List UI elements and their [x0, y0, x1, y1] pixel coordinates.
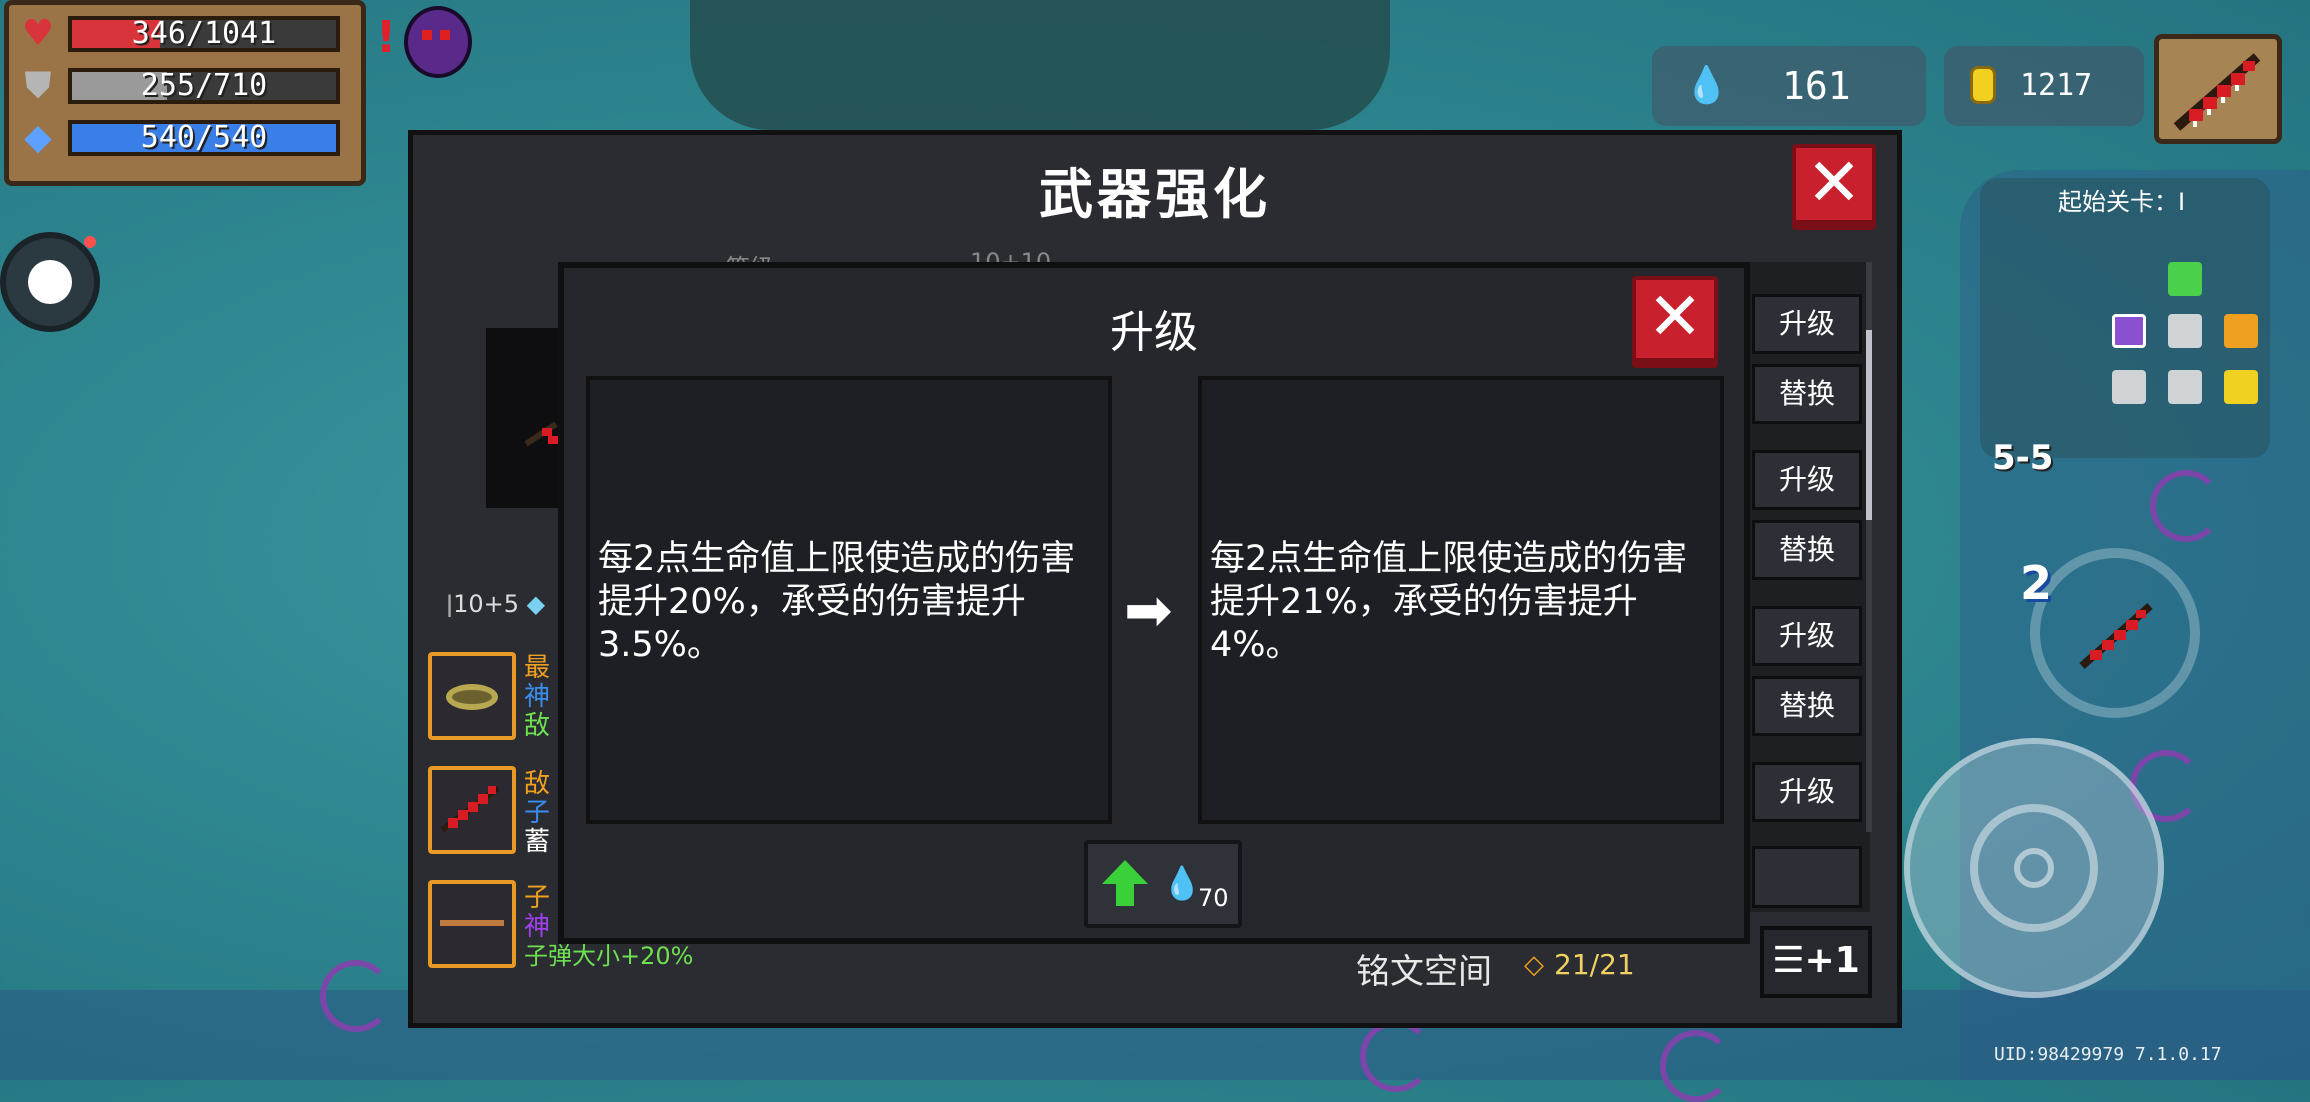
next-effect-box: 每2点生命值上限使造成的伤害提升21%，承受的伤害提升4%。 [1198, 376, 1724, 824]
gem-drop-icon: 💧 [1684, 65, 1729, 106]
arrow-icon [440, 920, 504, 926]
swirl-decoration [2150, 470, 2222, 542]
energy-cost-icon: ◆ [526, 590, 546, 618]
minimap-room-start [2168, 262, 2202, 296]
hp-text: 346/1041 [131, 16, 277, 51]
attack-button[interactable] [1904, 738, 2164, 998]
replace-button-3[interactable]: 替换 [1752, 676, 1862, 736]
coin-count: 1217 [2020, 68, 2093, 103]
swirl-decoration [1660, 1030, 1732, 1102]
current-effect-box: 每2点生命值上限使造成的伤害提升20%，承受的伤害提升3.5%。 [586, 376, 1112, 824]
minimap-room [2112, 370, 2146, 404]
energy-bar: 540/540 [68, 120, 340, 156]
minimap-room-chest [2224, 314, 2258, 348]
green-up-arrow-icon [1102, 860, 1148, 906]
armor-bar: 255/710 [68, 68, 340, 104]
centipede-weapon-icon [524, 421, 558, 447]
swirl-decoration [320, 960, 392, 1032]
upgrade-button-2[interactable]: 升级 [1752, 450, 1862, 510]
energy-diamond-icon: ◆ [24, 117, 52, 158]
weapon-swap-button[interactable] [2030, 548, 2200, 718]
upgrade-title: 升级 [1110, 307, 1198, 358]
minimap-room [2168, 314, 2202, 348]
add-rune-slot-button[interactable]: ☰+1 [1760, 926, 1872, 998]
stage-label: 5-5 [1992, 438, 2054, 478]
coin-counter: 1217 [1944, 46, 2144, 126]
minimap-room-shop [2224, 370, 2258, 404]
skill-slot-3[interactable] [428, 880, 516, 968]
centipede-weapon-icon [440, 785, 500, 833]
minimap-room [2168, 370, 2202, 404]
uid-label: UID:98429979 7.1.0.17 [1994, 1044, 2222, 1065]
ring-icon [446, 684, 498, 710]
coin-icon [1970, 66, 1996, 104]
skill-2-text: 敌 子 蓄 [524, 769, 551, 857]
skill-slot-1[interactable] [428, 652, 516, 740]
upgrade-button-1[interactable]: 升级 [1752, 294, 1862, 354]
centipede-weapon-icon [2079, 603, 2153, 669]
background-cave-shadow [690, 0, 1390, 130]
next-effect-text: 每2点生命值上限使造成的伤害提升21%，承受的伤害提升4%。 [1210, 539, 1688, 665]
centipede-weapon-icon [2173, 53, 2261, 131]
alert-mark: ! [376, 12, 397, 63]
gem-counter: 💧 161 [1652, 46, 1926, 126]
joystick-indicator[interactable] [0, 232, 100, 332]
upgrade-cost: 70 [1198, 884, 1229, 912]
rune-space-label: 铭文空间 [1356, 952, 1492, 992]
rune-diamond-icon: ◇ [1524, 950, 1544, 980]
weapon-preview [486, 328, 560, 508]
weapon-damage-stat: ǀ10+5 ◆ [446, 590, 546, 618]
boss-portrait-icon [404, 6, 472, 78]
close-button[interactable]: ✕ [1792, 144, 1876, 224]
start-level-label: 起始关卡：Ⅰ [2058, 188, 2186, 216]
scrollbar-thumb[interactable] [1866, 330, 1872, 520]
upgrade-button-3[interactable]: 升级 [1752, 606, 1862, 666]
hp-bar: 346/1041 [68, 16, 340, 52]
confirm-upgrade-button[interactable]: 💧 70 [1084, 840, 1242, 928]
minimap-room-boss [2112, 314, 2146, 348]
notification-dot [84, 236, 96, 248]
weapon-enhance-title: 武器强化 [1039, 163, 1271, 226]
gem-drop-icon: 💧 [1162, 864, 1202, 902]
rune-space-value: 21/21 [1554, 948, 1635, 981]
arrow-right-icon: ➡ [1124, 576, 1173, 644]
upgrade-close-button[interactable]: ✕ [1632, 276, 1718, 362]
empty-slot-button[interactable] [1752, 846, 1862, 908]
replace-button-1[interactable]: 替换 [1752, 364, 1862, 424]
skill-1-text: 最 神 敌 [524, 653, 551, 741]
upgrade-button-4[interactable]: 升级 [1752, 762, 1862, 822]
heart-icon: ♥ [21, 13, 55, 54]
skill-slot-2[interactable] [428, 766, 516, 854]
swirl-decoration [1360, 1020, 1432, 1092]
weapon-count-badge: 2 [2020, 556, 2053, 610]
armor-text: 255/710 [140, 68, 268, 103]
current-weapon-slot[interactable] [2154, 34, 2282, 144]
current-effect-text: 每2点生命值上限使造成的伤害提升20%，承受的伤害提升3.5%。 [598, 539, 1076, 665]
energy-text: 540/540 [140, 120, 268, 155]
gem-count: 161 [1782, 64, 1851, 108]
armor-shield-icon: ⛊ [24, 65, 52, 106]
replace-button-2[interactable]: 替换 [1752, 520, 1862, 580]
